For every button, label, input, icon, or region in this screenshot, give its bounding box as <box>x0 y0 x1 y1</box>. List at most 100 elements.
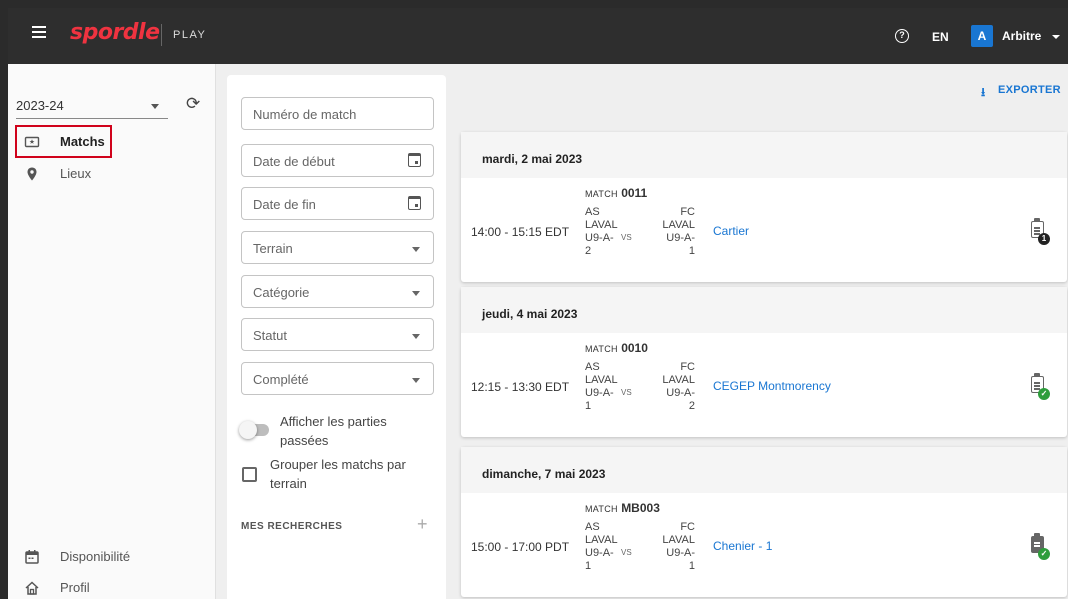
filters-panel: Numéro de match Date de début Date de fi… <box>227 75 446 599</box>
top-bar: spordle PLAY ? EN A Arbitre <box>8 8 1068 64</box>
home-team-line: U9-A- <box>585 547 614 559</box>
show-past-label: Afficher les parties passées <box>280 414 387 448</box>
start-date-placeholder: Date de début <box>253 154 335 169</box>
chevron-down-icon <box>412 334 420 339</box>
match-row[interactable]: 12:15 - 13:30 EDT Match 0010 AS LAVAL U9… <box>461 333 1067 437</box>
sidebar-item-disponibilite[interactable]: Disponibilité <box>16 545 206 569</box>
away-team-line: U9-A- <box>666 232 695 244</box>
end-date-input[interactable]: Date de fin <box>241 187 434 220</box>
product-name: PLAY <box>173 29 207 41</box>
sidebar-item-profil[interactable]: Profil <box>16 576 206 599</box>
category-select[interactable]: Catégorie <box>241 275 434 308</box>
sidebar-item-label: Lieux <box>60 166 92 181</box>
sidebar-item-label: Matchs <box>60 134 105 149</box>
avatar[interactable]: A <box>971 25 993 47</box>
terrain-select[interactable]: Terrain <box>241 231 434 264</box>
venue-link[interactable]: CEGEP Montmorency <box>713 379 831 393</box>
status-select[interactable]: Statut <box>241 318 434 351</box>
away-team-line: LAVAL <box>662 219 695 231</box>
category-placeholder: Catégorie <box>253 285 310 300</box>
home-team-line: U9-A- <box>585 387 614 399</box>
match-row[interactable]: 14:00 - 15:15 EDT Match 0011 AS LAVAL U9… <box>461 178 1067 282</box>
check-icon: ✓ <box>1038 388 1050 400</box>
sidebar-item-matchs[interactable]: Matchs <box>16 130 206 154</box>
chevron-down-icon <box>412 378 420 383</box>
show-past-toggle[interactable] <box>239 421 269 439</box>
home-icon <box>25 581 39 595</box>
match-time: 12:15 - 13:30 EDT <box>471 380 570 394</box>
chevron-down-icon[interactable] <box>1052 35 1060 39</box>
season-select[interactable]: 2023-24 <box>16 98 64 113</box>
start-date-input[interactable]: Date de début <box>241 144 434 177</box>
match-number: Match 0010 <box>585 341 648 355</box>
match-time: 14:00 - 15:15 EDT <box>471 225 570 239</box>
chevron-down-icon[interactable] <box>151 104 159 109</box>
match-prefix: Match <box>585 189 618 199</box>
match-number-input[interactable]: Numéro de match <box>241 97 434 130</box>
completed-select[interactable]: Complété <box>241 362 434 395</box>
match-id: 0010 <box>621 341 648 355</box>
away-team: FC LAVAL U9-A- 1 <box>650 521 695 573</box>
refresh-icon[interactable]: ⟳ <box>186 94 200 114</box>
end-date-placeholder: Date de fin <box>253 197 316 212</box>
home-team: AS LAVAL U9-A- 1 <box>585 361 618 413</box>
app-window: spordle PLAY ? EN A Arbitre 2023-24 ⟳ Ma… <box>8 8 1068 599</box>
calendar-icon[interactable] <box>408 153 421 167</box>
group-by-terrain-checkbox[interactable] <box>242 467 257 482</box>
away-team-line: U9-A- <box>666 387 695 399</box>
spordle-logo[interactable]: spordle <box>70 20 160 45</box>
location-pin-icon <box>27 167 37 181</box>
away-team-line: FC <box>680 206 695 218</box>
away-team-line: U9-A- <box>666 547 695 559</box>
export-button[interactable]: ⭳ EXPORTER <box>981 84 1061 99</box>
away-team-line: 1 <box>688 245 695 257</box>
day-card: mardi, 2 mai 2023 14:00 - 15:15 EDT Matc… <box>461 132 1067 282</box>
sidebar: 2023-24 ⟳ Matchs Lieux Disponibilité Pro… <box>8 64 216 599</box>
ticket-icon <box>24 136 40 148</box>
sidebar-item-label: Disponibilité <box>60 549 131 564</box>
day-date: jeudi, 4 mai 2023 <box>461 287 1067 333</box>
sidebar-item-label: Profil <box>60 580 90 595</box>
day-date: mardi, 2 mai 2023 <box>461 132 1067 178</box>
home-team-line: 1 <box>585 400 592 412</box>
season-select-underline <box>16 118 168 119</box>
sidebar-item-lieux[interactable]: Lieux <box>16 162 206 186</box>
match-prefix: Match <box>585 504 618 514</box>
away-team: FC LAVAL U9-A- 1 <box>650 206 695 258</box>
menu-icon[interactable] <box>32 26 46 38</box>
calendar-icon[interactable] <box>408 196 421 210</box>
home-team-line: AS <box>585 521 600 533</box>
day-date: dimanche, 7 mai 2023 <box>461 447 1067 493</box>
home-team-line: 1 <box>585 560 592 572</box>
status-placeholder: Statut <box>253 328 287 343</box>
day-card: jeudi, 4 mai 2023 12:15 - 13:30 EDT Matc… <box>461 287 1067 437</box>
home-team-line: AS <box>585 361 600 373</box>
home-team-line: AS <box>585 206 600 218</box>
home-team-line: LAVAL <box>585 534 618 546</box>
export-label: EXPORTER <box>998 84 1061 96</box>
home-team: AS LAVAL U9-A- 1 <box>585 521 618 573</box>
terrain-placeholder: Terrain <box>253 241 293 256</box>
vs-label: VS <box>621 233 632 242</box>
vs-label: VS <box>621 548 632 557</box>
away-team-line: FC <box>680 361 695 373</box>
chevron-down-icon <box>412 247 420 252</box>
match-row[interactable]: 15:00 - 17:00 PDT Match MB003 AS LAVAL U… <box>461 493 1067 597</box>
away-team-line: LAVAL <box>662 374 695 386</box>
match-number: Match 0011 <box>585 186 647 200</box>
match-id: 0011 <box>621 186 648 200</box>
day-card: dimanche, 7 mai 2023 15:00 - 17:00 PDT M… <box>461 447 1067 597</box>
match-prefix: Match <box>585 344 618 354</box>
check-icon: ✓ <box>1038 548 1050 560</box>
home-team-line: 2 <box>585 245 592 257</box>
help-icon[interactable]: ? <box>895 29 909 43</box>
user-menu[interactable]: Arbitre <box>1002 29 1041 43</box>
language-toggle[interactable]: EN <box>932 30 949 44</box>
venue-link[interactable]: Cartier <box>713 224 749 238</box>
chevron-down-icon <box>412 291 420 296</box>
home-team-line: LAVAL <box>585 219 618 231</box>
venue-link[interactable]: Chenier - 1 <box>713 539 772 553</box>
away-team: FC LAVAL U9-A- 2 <box>650 361 695 413</box>
match-number: Match MB003 <box>585 501 660 515</box>
add-search-icon[interactable]: + <box>417 514 428 535</box>
